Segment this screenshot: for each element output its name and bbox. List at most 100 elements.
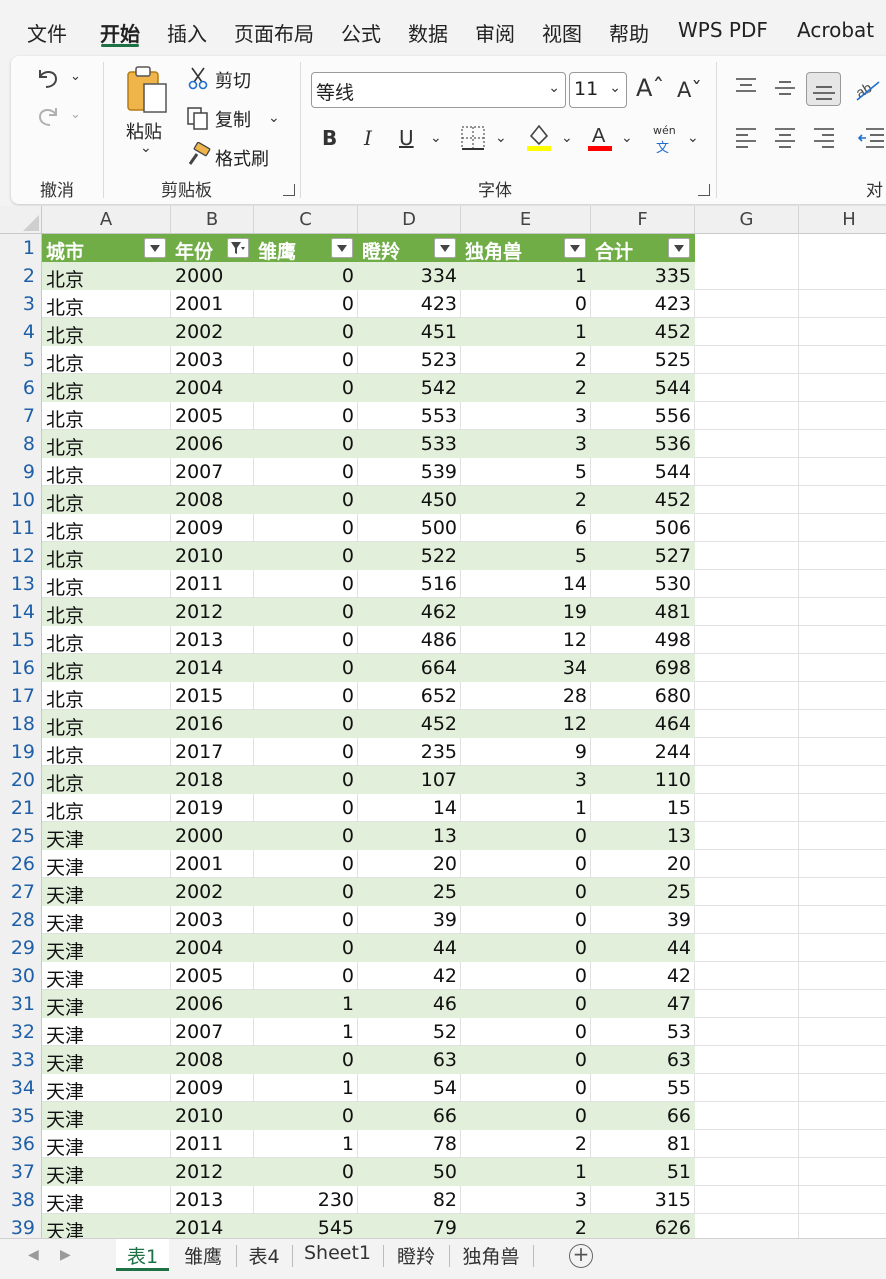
- copy-icon[interactable]: [185, 105, 211, 131]
- menu-tab-wps-pdf[interactable]: WPS PDF: [678, 18, 768, 42]
- sheet-tab-2[interactable]: 雏鹰: [173, 1239, 233, 1271]
- table-cell[interactable]: 0: [254, 766, 358, 794]
- table-cell[interactable]: 698: [591, 654, 695, 682]
- font-size-select[interactable]: 11 ⌄: [569, 72, 627, 108]
- table-cell[interactable]: 230: [254, 1186, 358, 1214]
- table-cell[interactable]: 天津: [42, 1186, 171, 1214]
- table-cell[interactable]: 天津: [42, 850, 171, 878]
- table-cell[interactable]: 2006: [171, 990, 254, 1018]
- table-header-cell[interactable]: 合计: [591, 234, 695, 263]
- filter-dropdown-icon[interactable]: [331, 238, 353, 258]
- row-header[interactable]: 15: [0, 626, 42, 654]
- table-cell[interactable]: 天津: [42, 990, 171, 1018]
- row-header[interactable]: 14: [0, 598, 42, 626]
- table-cell[interactable]: 527: [591, 542, 695, 570]
- table-cell[interactable]: 39: [591, 906, 695, 934]
- table-cell[interactable]: 北京: [42, 318, 171, 346]
- table-cell[interactable]: 0: [254, 1102, 358, 1130]
- table-cell[interactable]: 544: [591, 374, 695, 402]
- menu-tab-review[interactable]: 审阅: [475, 18, 515, 47]
- table-cell[interactable]: 50: [358, 1158, 461, 1186]
- table-cell[interactable]: 500: [358, 514, 461, 542]
- table-cell[interactable]: 2005: [171, 402, 254, 430]
- table-cell[interactable]: 0: [461, 878, 591, 906]
- filter-dropdown-icon[interactable]: [144, 238, 166, 258]
- table-cell[interactable]: 0: [254, 374, 358, 402]
- table-cell[interactable]: 1: [254, 1130, 358, 1158]
- table-cell[interactable]: 452: [591, 318, 695, 346]
- menu-tab-help[interactable]: 帮助: [609, 18, 649, 47]
- table-cell[interactable]: 1: [461, 794, 591, 822]
- format-painter-icon[interactable]: [185, 142, 211, 168]
- table-cell[interactable]: 451: [358, 318, 461, 346]
- align-left-icon[interactable]: [734, 126, 758, 148]
- table-cell[interactable]: 542: [358, 374, 461, 402]
- row-header[interactable]: 38: [0, 1186, 42, 1214]
- column-header-b[interactable]: B: [171, 206, 254, 234]
- table-cell[interactable]: 652: [358, 682, 461, 710]
- table-cell[interactable]: 2001: [171, 850, 254, 878]
- row-header[interactable]: 28: [0, 906, 42, 934]
- menu-tab-file[interactable]: 文件: [27, 18, 67, 47]
- table-cell[interactable]: 51: [591, 1158, 695, 1186]
- redo-icon[interactable]: [34, 102, 62, 130]
- table-cell[interactable]: 539: [358, 458, 461, 486]
- table-cell[interactable]: 0: [254, 1158, 358, 1186]
- table-cell[interactable]: 2: [461, 346, 591, 374]
- table-cell[interactable]: 3: [461, 430, 591, 458]
- row-header[interactable]: 25: [0, 822, 42, 850]
- row-header[interactable]: 17: [0, 682, 42, 710]
- table-cell[interactable]: 北京: [42, 290, 171, 318]
- table-cell[interactable]: 2007: [171, 458, 254, 486]
- column-header-d[interactable]: D: [358, 206, 461, 234]
- table-cell[interactable]: 北京: [42, 766, 171, 794]
- paste-dropdown-icon[interactable]: ⌄: [140, 140, 152, 156]
- table-cell[interactable]: 北京: [42, 430, 171, 458]
- table-cell[interactable]: 北京: [42, 626, 171, 654]
- table-cell[interactable]: 0: [254, 906, 358, 934]
- table-cell[interactable]: 北京: [42, 570, 171, 598]
- table-cell[interactable]: 423: [358, 290, 461, 318]
- phonetic-guide-icon[interactable]: 文: [656, 137, 669, 156]
- row-header[interactable]: 13: [0, 570, 42, 598]
- table-cell[interactable]: 664: [358, 654, 461, 682]
- table-cell[interactable]: 北京: [42, 262, 171, 290]
- row-header[interactable]: 7: [0, 402, 42, 430]
- table-cell[interactable]: 1: [254, 1074, 358, 1102]
- table-cell[interactable]: 9: [461, 738, 591, 766]
- table-cell[interactable]: 2008: [171, 486, 254, 514]
- row-header[interactable]: 35: [0, 1102, 42, 1130]
- column-header-c[interactable]: C: [254, 206, 358, 234]
- table-cell[interactable]: 498: [591, 626, 695, 654]
- table-cell[interactable]: 2019: [171, 794, 254, 822]
- menu-tab-insert[interactable]: 插入: [167, 18, 207, 47]
- align-center-icon[interactable]: [773, 126, 797, 148]
- table-cell[interactable]: 2012: [171, 1158, 254, 1186]
- copy-dropdown-icon[interactable]: ⌄: [268, 110, 280, 126]
- undo-icon[interactable]: [34, 64, 62, 92]
- row-header[interactable]: 29: [0, 934, 42, 962]
- table-cell[interactable]: 2009: [171, 1074, 254, 1102]
- table-cell[interactable]: 63: [591, 1046, 695, 1074]
- scroll-tabs-left-icon[interactable]: ◀: [28, 1247, 39, 1263]
- table-cell[interactable]: 464: [591, 710, 695, 738]
- column-header-g[interactable]: G: [695, 206, 799, 234]
- column-header-f[interactable]: F: [591, 206, 695, 234]
- table-cell[interactable]: 北京: [42, 710, 171, 738]
- table-header-cell[interactable]: 雏鹰: [254, 234, 358, 263]
- column-header-h[interactable]: H: [799, 206, 886, 234]
- row-header[interactable]: 18: [0, 710, 42, 738]
- table-cell[interactable]: 81: [591, 1130, 695, 1158]
- copy-label[interactable]: 复制: [215, 106, 251, 132]
- table-cell[interactable]: 北京: [42, 598, 171, 626]
- font-color-dropdown-icon[interactable]: ⌄: [621, 130, 633, 146]
- filter-active-icon[interactable]: [227, 238, 249, 258]
- table-cell[interactable]: 42: [591, 962, 695, 990]
- decrease-font-size-icon[interactable]: Aˇ: [677, 78, 702, 102]
- table-cell[interactable]: 0: [461, 1046, 591, 1074]
- table-cell[interactable]: 天津: [42, 1130, 171, 1158]
- font-launcher-icon[interactable]: [698, 184, 710, 196]
- table-cell[interactable]: 12: [461, 710, 591, 738]
- table-cell[interactable]: 110: [591, 766, 695, 794]
- paste-icon[interactable]: [124, 64, 170, 116]
